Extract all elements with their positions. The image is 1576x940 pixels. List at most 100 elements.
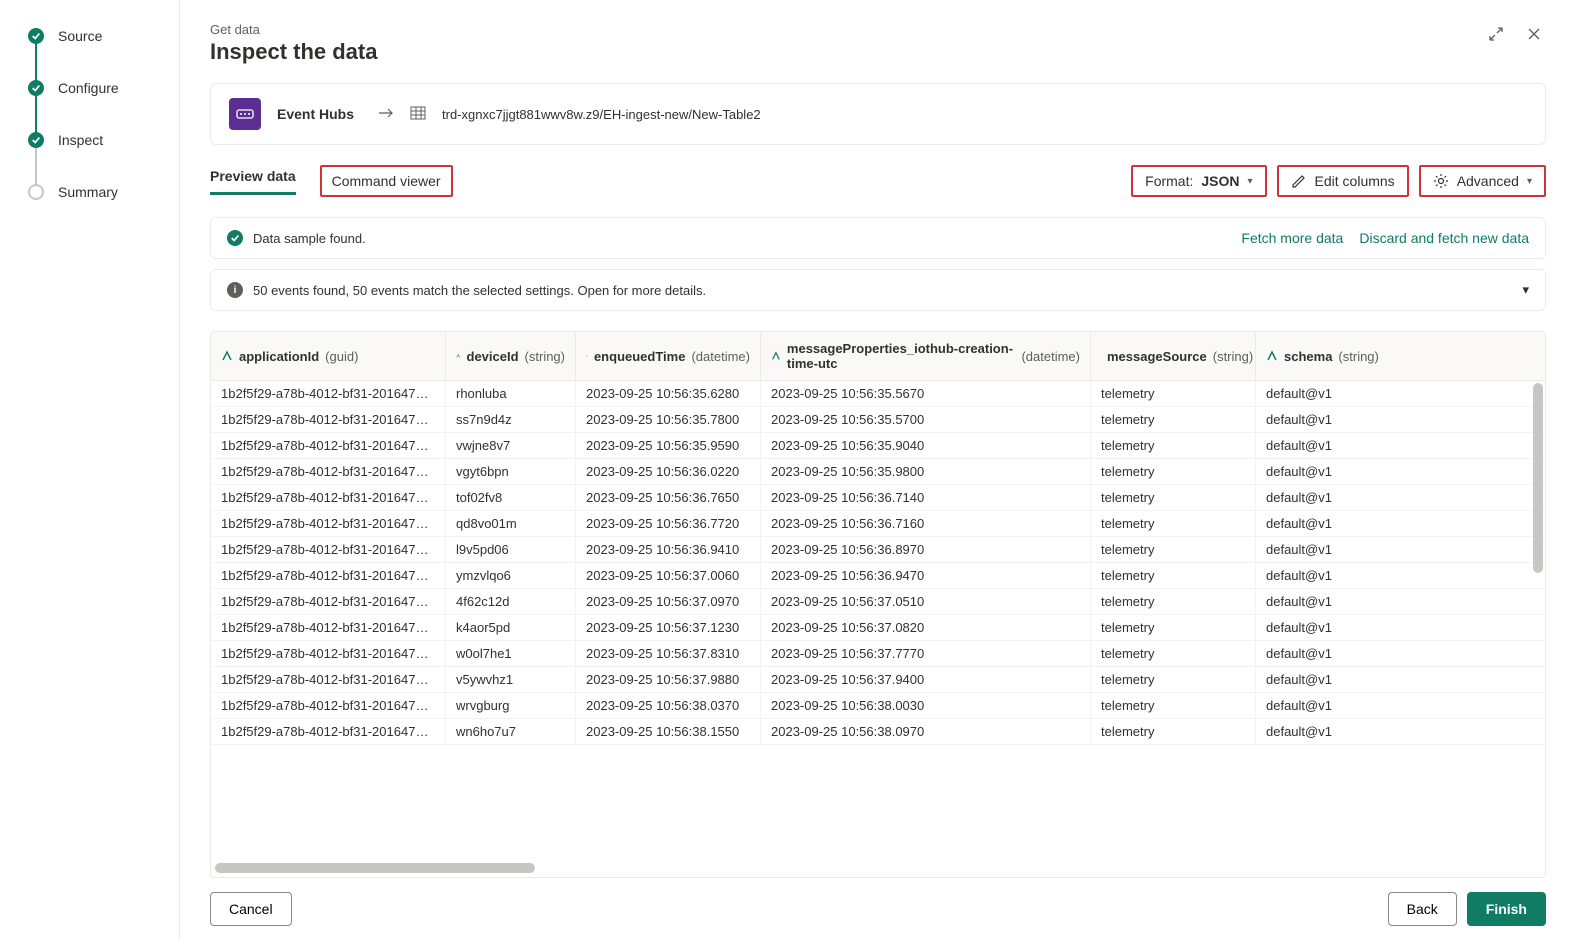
tab-command-viewer[interactable]: Command viewer bbox=[320, 165, 453, 197]
column-header[interactable]: deviceId (string) bbox=[446, 332, 576, 380]
cell: 2023-09-25 10:56:36.7720 bbox=[576, 511, 761, 536]
type-icon bbox=[456, 350, 461, 362]
page-title: Inspect the data bbox=[210, 39, 377, 65]
cell: default@v1 bbox=[1256, 485, 1545, 510]
check-icon bbox=[227, 230, 243, 246]
step-summary[interactable]: Summary bbox=[28, 184, 179, 200]
expand-icon[interactable] bbox=[1484, 22, 1508, 46]
circle-icon bbox=[28, 184, 44, 200]
cell: 1b2f5f29-a78b-4012-bf31-2016473cadf6 bbox=[211, 615, 446, 640]
gear-icon bbox=[1433, 173, 1449, 189]
cell: 2023-09-25 10:56:37.0060 bbox=[576, 563, 761, 588]
cell: 2023-09-25 10:56:37.0820 bbox=[761, 615, 1091, 640]
cell: telemetry bbox=[1091, 381, 1256, 406]
cell: 2023-09-25 10:56:35.9040 bbox=[761, 433, 1091, 458]
vertical-scrollbar[interactable] bbox=[1533, 383, 1543, 573]
table-row[interactable]: 1b2f5f29-a78b-4012-bf31-2016473cadf6ymzv… bbox=[211, 563, 1545, 589]
cell: telemetry bbox=[1091, 433, 1256, 458]
cell: default@v1 bbox=[1256, 563, 1545, 588]
cell: telemetry bbox=[1091, 511, 1256, 536]
advanced-button[interactable]: Advanced ▾ bbox=[1419, 165, 1546, 197]
finish-button[interactable]: Finish bbox=[1467, 892, 1546, 926]
cell: 1b2f5f29-a78b-4012-bf31-2016473cadf6 bbox=[211, 641, 446, 666]
tab-preview-data[interactable]: Preview data bbox=[210, 168, 296, 195]
cell: telemetry bbox=[1091, 667, 1256, 692]
table-row[interactable]: 1b2f5f29-a78b-4012-bf31-2016473cadf6tof0… bbox=[211, 485, 1545, 511]
cell: wrvgburg bbox=[446, 693, 576, 718]
cell: default@v1 bbox=[1256, 615, 1545, 640]
sample-found-text: Data sample found. bbox=[253, 231, 366, 246]
table-body[interactable]: 1b2f5f29-a78b-4012-bf31-2016473cadf6rhon… bbox=[211, 381, 1545, 863]
cell: 2023-09-25 10:56:38.0970 bbox=[761, 719, 1091, 744]
cell: telemetry bbox=[1091, 485, 1256, 510]
table-row[interactable]: 1b2f5f29-a78b-4012-bf31-2016473cadf6w0ol… bbox=[211, 641, 1545, 667]
cell: rhonluba bbox=[446, 381, 576, 406]
cell: telemetry bbox=[1091, 563, 1256, 588]
chevron-down-icon: ▾ bbox=[1248, 176, 1253, 187]
format-select[interactable]: Format: JSON ▾ bbox=[1131, 165, 1266, 197]
close-icon[interactable] bbox=[1522, 22, 1546, 46]
column-header[interactable]: messageProperties_iothub-creation-time-u… bbox=[761, 332, 1091, 380]
edit-columns-button[interactable]: Edit columns bbox=[1277, 165, 1409, 197]
chevron-down-icon: ▾ bbox=[1527, 176, 1532, 187]
table-row[interactable]: 1b2f5f29-a78b-4012-bf31-2016473cadf6ss7n… bbox=[211, 407, 1545, 433]
cell: 1b2f5f29-a78b-4012-bf31-2016473cadf6 bbox=[211, 693, 446, 718]
cell: 1b2f5f29-a78b-4012-bf31-2016473cadf6 bbox=[211, 511, 446, 536]
discard-fetch-link[interactable]: Discard and fetch new data bbox=[1359, 230, 1529, 246]
table-row[interactable]: 1b2f5f29-a78b-4012-bf31-2016473cadf6qd8v… bbox=[211, 511, 1545, 537]
check-icon bbox=[28, 28, 44, 44]
cell: 2023-09-25 10:56:37.0510 bbox=[761, 589, 1091, 614]
table-row[interactable]: 1b2f5f29-a78b-4012-bf31-2016473cadf64f62… bbox=[211, 589, 1545, 615]
step-inspect[interactable]: Inspect bbox=[28, 132, 179, 148]
horizontal-scrollbar[interactable] bbox=[211, 863, 1545, 877]
cell: telemetry bbox=[1091, 719, 1256, 744]
table-row[interactable]: 1b2f5f29-a78b-4012-bf31-2016473cadf6rhon… bbox=[211, 381, 1545, 407]
column-header[interactable]: schema (string) bbox=[1256, 332, 1545, 380]
type-icon bbox=[1266, 350, 1278, 362]
column-header[interactable]: enqueuedTime (datetime) bbox=[576, 332, 761, 380]
sample-found-bar: Data sample found. Fetch more data Disca… bbox=[210, 217, 1546, 259]
cell: ss7n9d4z bbox=[446, 407, 576, 432]
table-row[interactable]: 1b2f5f29-a78b-4012-bf31-2016473cadf6l9v5… bbox=[211, 537, 1545, 563]
cell: 2023-09-25 10:56:36.9470 bbox=[761, 563, 1091, 588]
cell: 2023-09-25 10:56:37.8310 bbox=[576, 641, 761, 666]
type-icon bbox=[586, 350, 588, 362]
cell: 2023-09-25 10:56:37.7770 bbox=[761, 641, 1091, 666]
cell: 2023-09-25 10:56:36.9410 bbox=[576, 537, 761, 562]
cell: 2023-09-25 10:56:35.5670 bbox=[761, 381, 1091, 406]
events-details-bar[interactable]: i 50 events found, 50 events match the s… bbox=[210, 269, 1546, 311]
table-row[interactable]: 1b2f5f29-a78b-4012-bf31-2016473cadf6wrvg… bbox=[211, 693, 1545, 719]
cell: 2023-09-25 10:56:38.0030 bbox=[761, 693, 1091, 718]
cell: 1b2f5f29-a78b-4012-bf31-2016473cadf6 bbox=[211, 381, 446, 406]
table-row[interactable]: 1b2f5f29-a78b-4012-bf31-2016473cadf6v5yw… bbox=[211, 667, 1545, 693]
column-header[interactable]: messageSource (string) bbox=[1091, 332, 1256, 380]
table-header: applicationId (guid)deviceId (string)enq… bbox=[211, 332, 1545, 381]
table-row[interactable]: 1b2f5f29-a78b-4012-bf31-2016473cadf6wn6h… bbox=[211, 719, 1545, 745]
cell: 2023-09-25 10:56:36.7160 bbox=[761, 511, 1091, 536]
format-label: Format: bbox=[1145, 173, 1193, 189]
format-value: JSON bbox=[1201, 173, 1239, 189]
cell: 1b2f5f29-a78b-4012-bf31-2016473cadf6 bbox=[211, 537, 446, 562]
cell: 2023-09-25 10:56:35.7800 bbox=[576, 407, 761, 432]
table-row[interactable]: 1b2f5f29-a78b-4012-bf31-2016473cadf6vwjn… bbox=[211, 433, 1545, 459]
step-label: Configure bbox=[58, 80, 119, 96]
cancel-button[interactable]: Cancel bbox=[210, 892, 292, 926]
table-row[interactable]: 1b2f5f29-a78b-4012-bf31-2016473cadf6k4ao… bbox=[211, 615, 1545, 641]
column-header[interactable]: applicationId (guid) bbox=[211, 332, 446, 380]
back-button[interactable]: Back bbox=[1388, 892, 1457, 926]
cell: ymzvlqo6 bbox=[446, 563, 576, 588]
cell: tof02fv8 bbox=[446, 485, 576, 510]
cell: 1b2f5f29-a78b-4012-bf31-2016473cadf6 bbox=[211, 719, 446, 744]
step-source[interactable]: Source bbox=[28, 28, 179, 44]
table-icon bbox=[410, 106, 426, 123]
fetch-more-link[interactable]: Fetch more data bbox=[1241, 230, 1343, 246]
step-configure[interactable]: Configure bbox=[28, 80, 179, 96]
cell: 4f62c12d bbox=[446, 589, 576, 614]
chevron-down-icon[interactable]: ▾ bbox=[1522, 282, 1529, 298]
destination-path: trd-xgnxc7jjgt881wwv8w.z9/EH-ingest-new/… bbox=[442, 107, 761, 122]
source-name: Event Hubs bbox=[277, 106, 354, 122]
cell: default@v1 bbox=[1256, 381, 1545, 406]
cell: default@v1 bbox=[1256, 589, 1545, 614]
table-row[interactable]: 1b2f5f29-a78b-4012-bf31-2016473cadf6vgyt… bbox=[211, 459, 1545, 485]
cell: vgyt6bpn bbox=[446, 459, 576, 484]
